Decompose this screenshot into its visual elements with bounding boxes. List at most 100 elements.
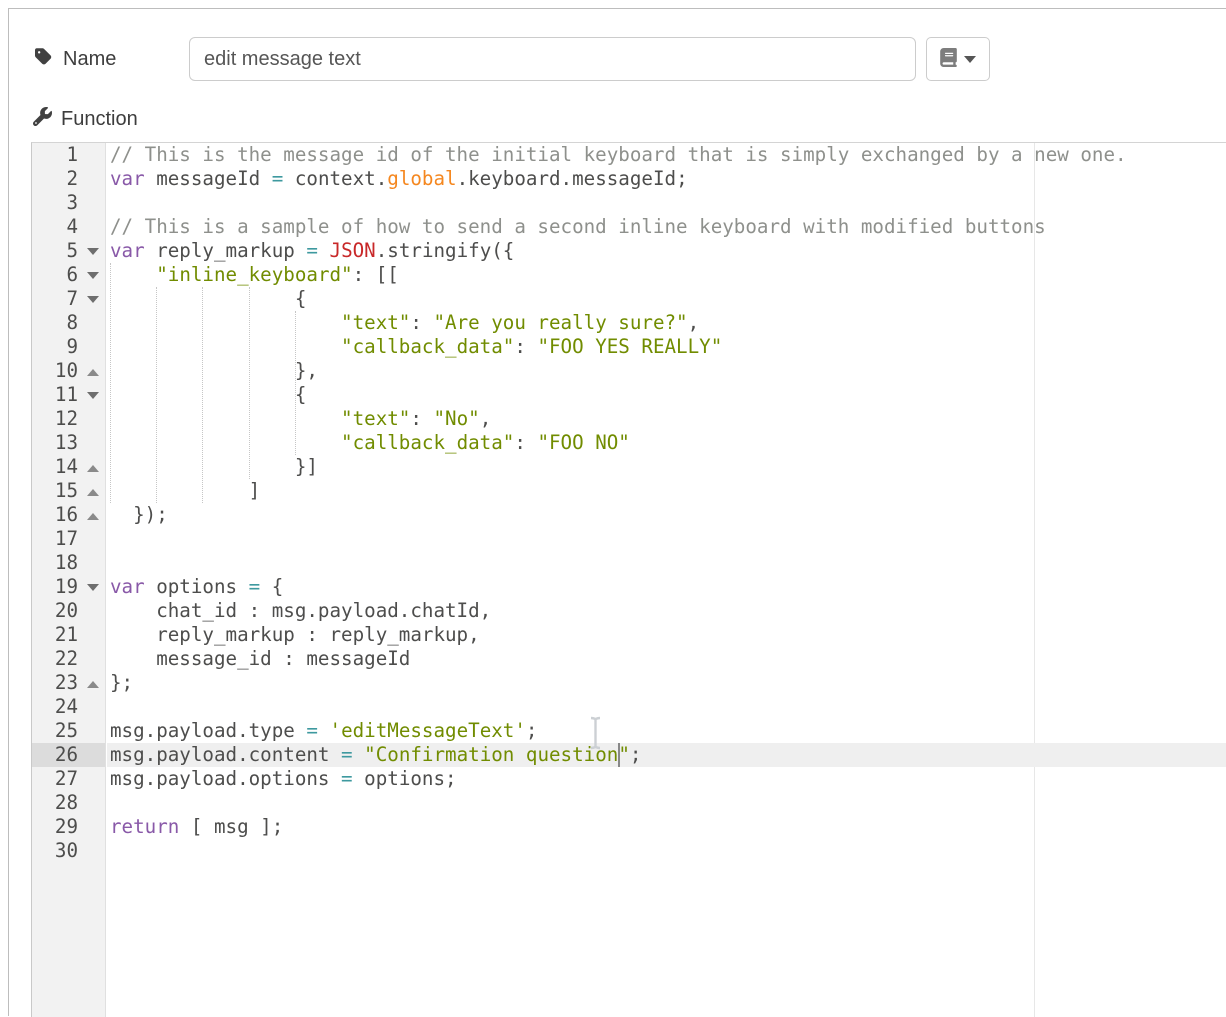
- code-token: msg.payload.type: [110, 719, 306, 742]
- gutter-line-30: 30: [32, 839, 105, 863]
- fold-open-icon[interactable]: [87, 296, 99, 303]
- editor-content[interactable]: // This is the message id of the initial…: [107, 143, 1226, 1017]
- code-token: chat_id : msg.payload.chatId,: [110, 599, 491, 622]
- function-label-group: Function: [33, 105, 138, 133]
- code-token: msg.payload.content: [110, 743, 341, 766]
- code-token: [110, 335, 341, 358]
- code-line-21[interactable]: reply_markup : reply_markup,: [110, 623, 1226, 647]
- code-token: "Confirmation question": [364, 743, 630, 766]
- book-icon: [940, 48, 957, 70]
- code-token: // This is the message id of the initial…: [110, 143, 1127, 166]
- code-token: "text": [341, 311, 410, 334]
- line-number: 25: [55, 719, 78, 742]
- fold-close-icon[interactable]: [87, 681, 99, 688]
- line-number: 23: [55, 671, 78, 694]
- code-line-27[interactable]: msg.payload.options = options;: [110, 767, 1226, 791]
- code-token: =: [249, 575, 261, 598]
- line-number: 17: [55, 527, 78, 550]
- line-number: 1: [66, 143, 78, 166]
- code-editor[interactable]: 1234567891011121314151617181920212223242…: [31, 142, 1226, 1017]
- line-number: 26: [55, 743, 78, 766]
- code-token: [318, 719, 330, 742]
- line-number: 3: [66, 191, 78, 214]
- code-line-12[interactable]: "text": "No",: [110, 407, 1226, 431]
- code-token: ;: [526, 719, 538, 742]
- gutter-line-4: 4: [32, 215, 105, 239]
- code-token: ;: [630, 743, 642, 766]
- code-token: [318, 239, 330, 262]
- line-number: 15: [55, 479, 78, 502]
- code-line-28[interactable]: [110, 791, 1226, 815]
- code-token: // This is a sample of how to send a sec…: [110, 215, 1046, 238]
- indent-guide: [295, 311, 296, 455]
- gutter-line-21: 21: [32, 623, 105, 647]
- gutter-line-22: 22: [32, 647, 105, 671]
- gutter-line-2: 2: [32, 167, 105, 191]
- code-token: reply_markup : reply_markup,: [110, 623, 480, 646]
- fold-close-icon[interactable]: [87, 465, 99, 472]
- line-number: 27: [55, 767, 78, 790]
- code-token: [ msg ];: [179, 815, 283, 838]
- code-token: =: [341, 767, 353, 790]
- code-token: reply_markup: [145, 239, 307, 262]
- fold-open-icon[interactable]: [87, 272, 99, 279]
- code-line-20[interactable]: chat_id : msg.payload.chatId,: [110, 599, 1226, 623]
- code-line-15[interactable]: ]: [110, 479, 1226, 503]
- code-line-24[interactable]: [110, 695, 1226, 719]
- code-line-22[interactable]: message_id : messageId: [110, 647, 1226, 671]
- fold-open-icon[interactable]: [87, 392, 99, 399]
- code-line-18[interactable]: [110, 551, 1226, 575]
- code-line-23[interactable]: };: [110, 671, 1226, 695]
- code-token: options;: [353, 767, 457, 790]
- code-token: "callback_data": [341, 431, 514, 454]
- code-line-4[interactable]: // This is a sample of how to send a sec…: [110, 215, 1226, 239]
- code-line-2[interactable]: var messageId = context.global.keyboard.…: [110, 167, 1226, 191]
- code-line-19[interactable]: var options = {: [110, 575, 1226, 599]
- code-token: =: [306, 719, 318, 742]
- gutter-line-29: 29: [32, 815, 105, 839]
- line-number: 13: [55, 431, 78, 454]
- code-token: context.: [283, 167, 387, 190]
- edit-function-dialog: Name Function 12345678910111213141516171…: [8, 8, 1226, 1016]
- line-number: 2: [66, 167, 78, 190]
- code-line-1[interactable]: // This is the message id of the initial…: [110, 143, 1226, 167]
- line-number: 4: [66, 215, 78, 238]
- fold-close-icon[interactable]: [87, 369, 99, 376]
- code-line-30[interactable]: [110, 839, 1226, 863]
- fold-open-icon[interactable]: [87, 248, 99, 255]
- code-token: ]: [110, 479, 260, 502]
- fold-open-icon[interactable]: [87, 584, 99, 591]
- line-number: 22: [55, 647, 78, 670]
- code-line-16[interactable]: });: [110, 503, 1226, 527]
- code-line-13[interactable]: "callback_data": "FOO NO": [110, 431, 1226, 455]
- line-number: 24: [55, 695, 78, 718]
- code-line-3[interactable]: [110, 191, 1226, 215]
- code-line-5[interactable]: var reply_markup = JSON.stringify({: [110, 239, 1226, 263]
- code-line-17[interactable]: [110, 527, 1226, 551]
- code-line-10[interactable]: },: [110, 359, 1226, 383]
- code-token: [110, 407, 341, 430]
- library-button[interactable]: [926, 37, 990, 81]
- fold-close-icon[interactable]: [87, 513, 99, 520]
- code-line-11[interactable]: {: [110, 383, 1226, 407]
- code-line-14[interactable]: }]: [110, 455, 1226, 479]
- code-line-7[interactable]: {: [110, 287, 1226, 311]
- gutter-line-17: 17: [32, 527, 105, 551]
- indent-guide: [202, 287, 203, 503]
- code-pane[interactable]: // This is the message id of the initial…: [107, 143, 1226, 863]
- line-number: 9: [66, 335, 78, 358]
- line-number: 10: [55, 359, 78, 382]
- line-number: 20: [55, 599, 78, 622]
- code-line-29[interactable]: return [ msg ];: [110, 815, 1226, 839]
- name-input[interactable]: [189, 37, 916, 81]
- gutter-line-6: 6: [32, 263, 105, 287]
- code-line-26[interactable]: msg.payload.content = "Confirmation ques…: [110, 743, 1226, 767]
- code-token: ,: [688, 311, 700, 334]
- name-label: Name: [63, 48, 116, 71]
- code-token: });: [110, 503, 168, 526]
- code-line-9[interactable]: "callback_data": "FOO YES REALLY": [110, 335, 1226, 359]
- code-line-6[interactable]: "inline_keyboard": [[: [110, 263, 1226, 287]
- code-line-8[interactable]: "text": "Are you really sure?",: [110, 311, 1226, 335]
- fold-close-icon[interactable]: [87, 489, 99, 496]
- code-line-25[interactable]: msg.payload.type = 'editMessageText';: [110, 719, 1226, 743]
